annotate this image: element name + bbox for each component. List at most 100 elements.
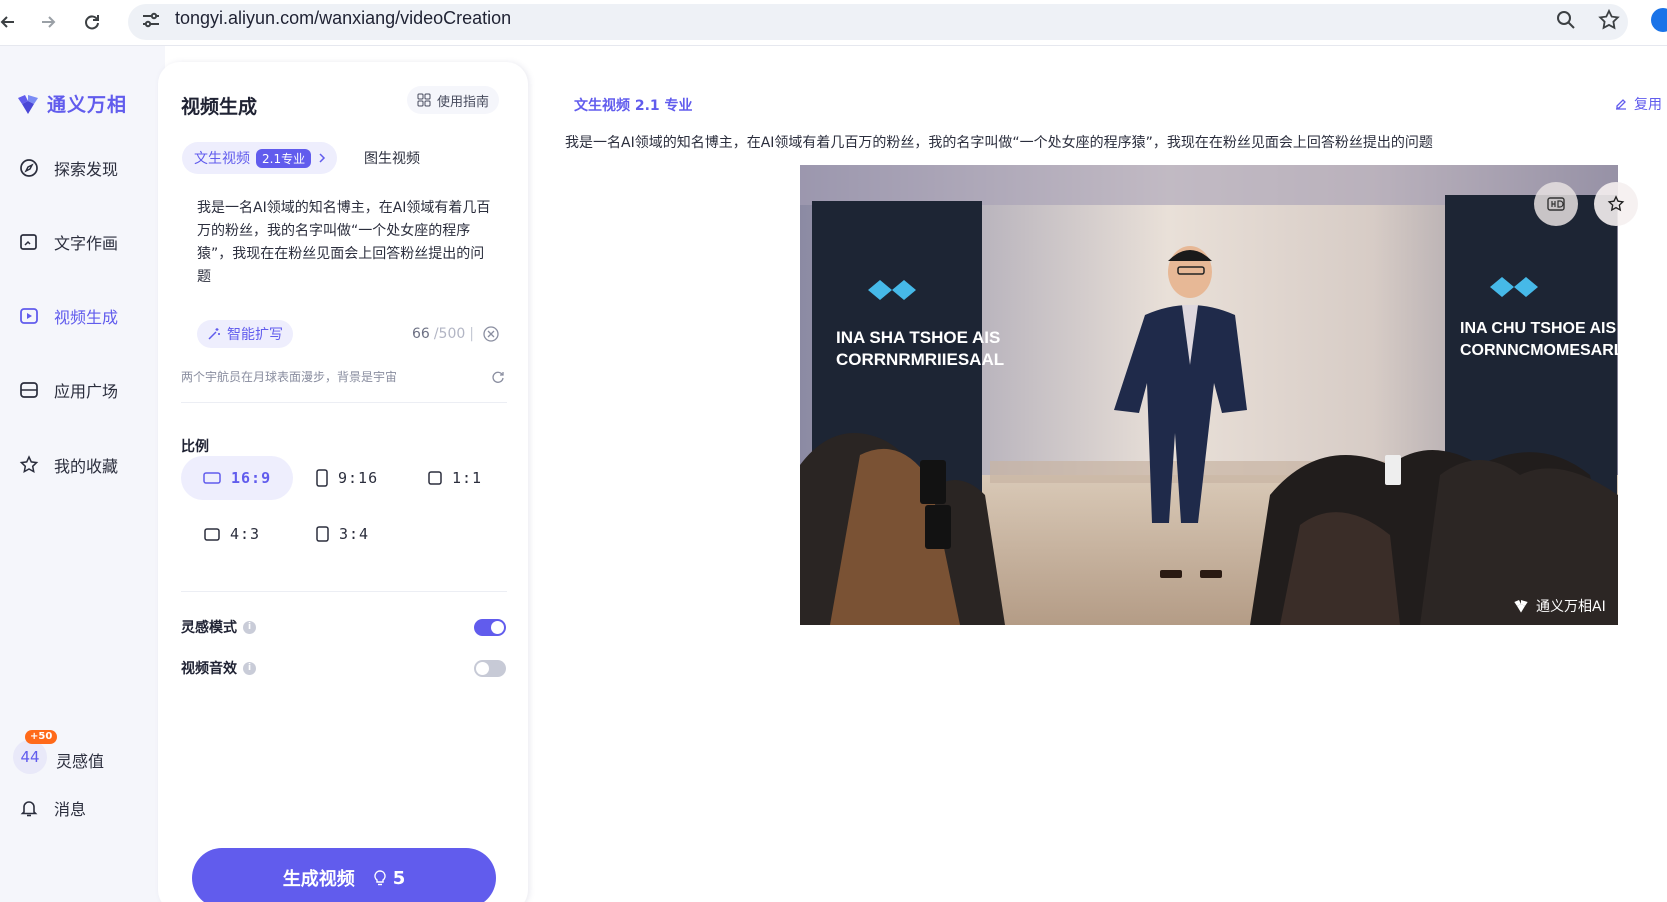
- image-edit-icon: [18, 231, 40, 253]
- sidebar-item-text-to-image[interactable]: 文字作画: [18, 230, 118, 254]
- zoom-icon[interactable]: [1555, 9, 1577, 31]
- sound-effects-toggle[interactable]: [474, 660, 506, 677]
- smart-expand-button[interactable]: 智能扩写: [197, 320, 293, 348]
- compass-icon: [18, 157, 40, 179]
- ratio-label-text: 1:1: [452, 469, 483, 487]
- info-icon[interactable]: i: [243, 661, 256, 675]
- cost-value: 5: [392, 867, 406, 889]
- ratio-option-4-3[interactable]: 4:3: [204, 512, 260, 556]
- landscape-4-3-icon: [204, 527, 220, 541]
- ratio-option-1-1[interactable]: 1:1: [428, 456, 482, 500]
- sidebar-item-explore[interactable]: 探索发现: [18, 156, 118, 180]
- edit-icon: [1616, 99, 1626, 110]
- ratio-option-9-16[interactable]: 9:16: [316, 456, 378, 500]
- expand-label: 智能扩写: [227, 327, 283, 343]
- sidebar-item-video[interactable]: 视频生成: [18, 304, 118, 328]
- tab-text-to-video[interactable]: 文生视频 2.1专业: [182, 142, 338, 174]
- site-settings-icon[interactable]: [141, 11, 161, 29]
- star-outline-icon: [1607, 195, 1625, 212]
- tab-image-to-video[interactable]: 图生视频: [364, 148, 420, 168]
- browser-toolbar: tongyi.aliyun.com/wanxiang/videoCreation: [0, 0, 1667, 46]
- panel-title: 视频生成: [181, 96, 258, 118]
- ratio-option-3-4[interactable]: 3:4: [316, 512, 369, 556]
- clear-icon[interactable]: [482, 325, 500, 343]
- counter-separator: |: [469, 326, 474, 342]
- divider: [181, 591, 507, 592]
- video-play-icon: [18, 305, 40, 327]
- prompt-textarea[interactable]: 我是一名AI领域的知名博主，在AI领域有着几百万的粉丝，我的名字叫做“一个处女座…: [197, 197, 497, 289]
- guide-button[interactable]: 使用指南: [407, 86, 500, 114]
- reuse-label: 复用: [1634, 97, 1662, 113]
- points-badge: +50: [25, 730, 58, 744]
- ratio-option-16-9[interactable]: 16:9: [181, 456, 294, 500]
- ratio-label-text: 4:3: [230, 525, 261, 543]
- sidebar-item-favorites[interactable]: 我的收藏: [18, 453, 118, 477]
- bookmark-star-icon[interactable]: [1597, 8, 1621, 32]
- divider: [181, 402, 507, 403]
- ratio-label: 比例: [181, 439, 209, 455]
- forward-arrow-icon[interactable]: [34, 8, 62, 36]
- sidebar-item-label: 探索发现: [54, 160, 119, 179]
- prompt-suggestion[interactable]: 两个宇航员在月球表面漫步，背景是宇宙: [181, 368, 397, 385]
- hd-icon: [1547, 197, 1565, 211]
- reload-icon[interactable]: [78, 8, 106, 36]
- toggle-label: 视频音效: [181, 661, 237, 677]
- bell-icon: [18, 797, 40, 819]
- square-icon: [428, 471, 442, 485]
- portrait-3-4-icon: [316, 526, 329, 542]
- video-watermark: 通义万相AI: [1512, 596, 1606, 616]
- refresh-icon[interactable]: [491, 370, 505, 384]
- lightbulb-icon: [374, 870, 386, 886]
- star-icon: [18, 454, 40, 476]
- tab-label: 文生视频: [194, 151, 250, 167]
- sidebar-item-messages[interactable]: 消息: [18, 796, 86, 820]
- guide-label: 使用指南: [437, 94, 490, 110]
- toggle-label: 灵感模式: [181, 620, 237, 636]
- sound-effects-row: 视频音效 i: [181, 658, 256, 678]
- char-max: /500: [433, 326, 466, 342]
- watermark-logo-icon: [1514, 600, 1528, 613]
- generate-cost: 5: [373, 867, 406, 889]
- ratio-label-text: 3:4: [339, 525, 370, 543]
- magic-wand-icon: [208, 328, 220, 340]
- reuse-button[interactable]: 复用: [1614, 94, 1662, 114]
- watermark-text: 通义万相AI: [1536, 599, 1606, 615]
- sidebar-item-apps[interactable]: 应用广场: [18, 378, 118, 402]
- landscape-icon: [203, 472, 221, 484]
- ratio-label-text: 16:9: [231, 469, 272, 487]
- result-title: 文生视频 2.1 专业: [574, 98, 693, 114]
- inspiration-mode-row: 灵感模式 i: [181, 617, 256, 637]
- chevron-right-icon: [319, 153, 326, 163]
- brand-logo[interactable]: 通义万相: [15, 90, 127, 117]
- ratio-label-text: 9:16: [338, 469, 379, 487]
- brand-name: 通义万相: [47, 94, 128, 116]
- points-value: 44: [13, 740, 47, 774]
- sidebar-item-label: 视频生成: [54, 308, 119, 327]
- char-count: 66: [412, 326, 430, 342]
- sidebar-item-label: 消息: [54, 800, 87, 819]
- info-icon[interactable]: i: [243, 620, 256, 634]
- inspiration-mode-toggle[interactable]: [474, 619, 506, 636]
- video-frame: INA SHA TSHOE AIS CORRNRMRIIESAAL INA CH…: [800, 165, 1618, 625]
- banner-right-line2: CORNNCMOMESARL: [1460, 342, 1618, 359]
- generate-video-button[interactable]: 生成视频 5: [192, 848, 496, 902]
- sidebar-item-label: 应用广场: [54, 382, 119, 401]
- hd-button[interactable]: [1534, 182, 1578, 226]
- char-counter: 66/500 |: [412, 325, 500, 343]
- banner-left-line2: CORRNRMRIIESAAL: [836, 350, 1004, 369]
- banner-right-line1: INA CHU TSHOE AIS: [1460, 320, 1616, 337]
- inspiration-points[interactable]: 44 +50 灵感值: [13, 730, 104, 774]
- generate-label: 生成视频: [282, 869, 355, 890]
- portrait-icon: [316, 469, 328, 487]
- url-text[interactable]: tongyi.aliyun.com/wanxiang/videoCreation: [175, 8, 511, 29]
- apps-icon: [18, 379, 40, 401]
- back-arrow-icon[interactable]: [0, 8, 22, 36]
- profile-avatar[interactable]: [1651, 8, 1667, 32]
- sidebar-item-label: 我的收藏: [54, 457, 119, 476]
- generated-video[interactable]: INA SHA TSHOE AIS CORRNRMRIIESAAL INA CH…: [800, 165, 1618, 625]
- favorite-button[interactable]: [1594, 182, 1638, 226]
- points-label: 灵感值: [56, 752, 105, 771]
- brand-mark-icon: [18, 94, 38, 114]
- banner-left-line1: INA SHA TSHOE AIS: [836, 328, 1000, 347]
- model-badge: 2.1专业: [256, 148, 312, 168]
